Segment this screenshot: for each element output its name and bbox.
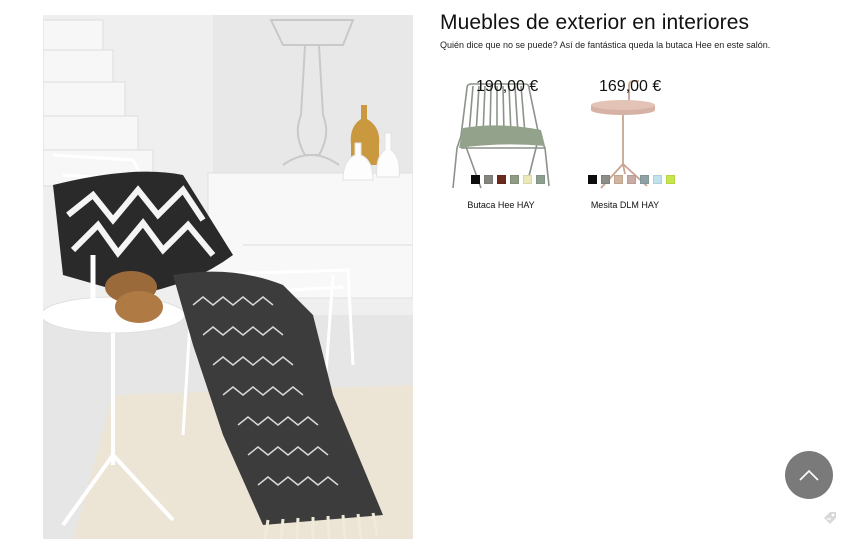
color-swatch[interactable] <box>536 175 545 184</box>
color-swatch[interactable] <box>471 175 480 184</box>
chevron-up-icon <box>799 469 819 481</box>
product-price: 169,00 € <box>599 78 662 95</box>
color-swatch[interactable] <box>497 175 506 184</box>
product-name[interactable]: Mesita DLM HAY <box>565 200 685 210</box>
color-swatch[interactable] <box>614 175 623 184</box>
product-card-chair[interactable]: Butaca Hee HAY <box>441 78 561 210</box>
product-name[interactable]: Butaca Hee HAY <box>441 200 561 210</box>
color-swatch[interactable] <box>510 175 519 184</box>
hero-photo <box>43 15 413 539</box>
scroll-to-top-button[interactable] <box>785 451 833 499</box>
product-price: 190,00 € <box>476 78 539 95</box>
article-title: Muebles de exterior en interiores <box>440 11 750 34</box>
color-swatch[interactable] <box>627 175 636 184</box>
color-swatch[interactable] <box>588 175 597 184</box>
tag-icon[interactable] <box>822 510 838 526</box>
color-swatch[interactable] <box>523 175 532 184</box>
color-swatch[interactable] <box>640 175 649 184</box>
article-subtitle: Quién dice que no se puede? Así de fantá… <box>440 40 771 50</box>
color-swatch[interactable] <box>666 175 675 184</box>
product-card-table[interactable]: Mesita DLM HAY <box>565 78 685 210</box>
color-swatches-table <box>588 175 675 184</box>
color-swatch[interactable] <box>653 175 662 184</box>
page: Muebles de exterior en interiores Quién … <box>0 0 850 539</box>
color-swatch[interactable] <box>601 175 610 184</box>
color-swatches-chair <box>471 175 545 184</box>
color-swatch[interactable] <box>484 175 493 184</box>
living-room-photo <box>43 15 413 539</box>
